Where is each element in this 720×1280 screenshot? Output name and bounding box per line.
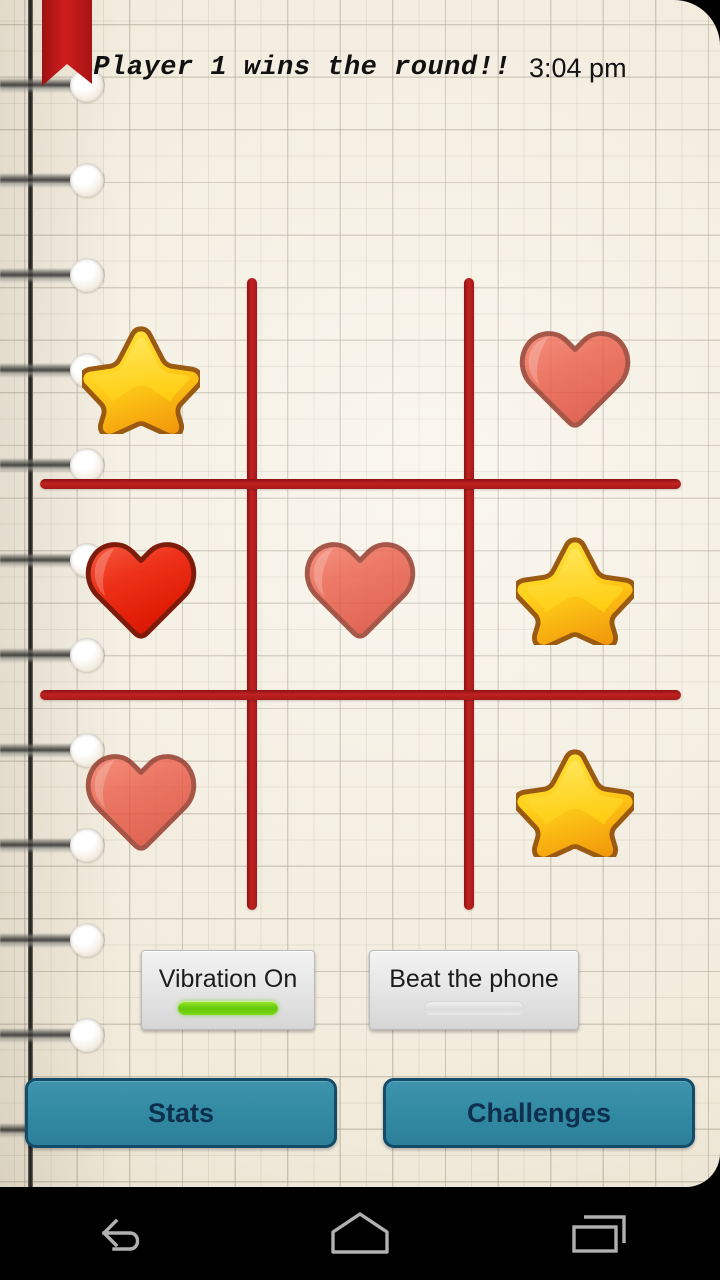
nav-home-button[interactable] <box>240 1187 480 1280</box>
vibration-toggle-label: Vibration On <box>158 965 298 993</box>
challenges-button[interactable]: Challenges <box>383 1078 695 1148</box>
board-line-horizontal-top <box>40 479 681 489</box>
board-line-vertical-right <box>464 278 474 910</box>
back-arrow-icon <box>101 1218 140 1251</box>
action-buttons: Stats Challenges <box>0 1078 720 1150</box>
board-line-horizontal-bottom <box>40 690 681 700</box>
opponent-toggle-label: Beat the phone <box>389 965 559 993</box>
opponent-toggle-button[interactable]: Beat the phone <box>369 950 579 1030</box>
header-bar: Player 1 wins the round!! 3:04 pm <box>0 44 720 92</box>
clock-label: 3:04 pm <box>529 52 627 83</box>
stats-button[interactable]: Stats <box>25 1078 337 1148</box>
nav-recent-apps-button[interactable] <box>480 1187 720 1280</box>
app-screen: Player 1 wins the round!! 3:04 pm Vibrat… <box>0 0 720 1280</box>
android-navigation-bar <box>0 1187 720 1280</box>
settings-toggles: Vibration On Beat the phone <box>0 950 720 1036</box>
vibration-toggle-indicator <box>178 1001 278 1015</box>
board-line-vertical-left <box>247 278 257 910</box>
vibration-toggle-button[interactable]: Vibration On <box>141 950 315 1030</box>
ribbon-bookmark-icon <box>42 0 92 90</box>
recent-apps-icon <box>572 1214 626 1253</box>
opponent-toggle-indicator <box>424 1001 524 1015</box>
nav-back-button[interactable] <box>0 1187 240 1280</box>
status-message: Player 1 wins the round!! <box>93 53 511 83</box>
home-icon <box>331 1211 389 1254</box>
